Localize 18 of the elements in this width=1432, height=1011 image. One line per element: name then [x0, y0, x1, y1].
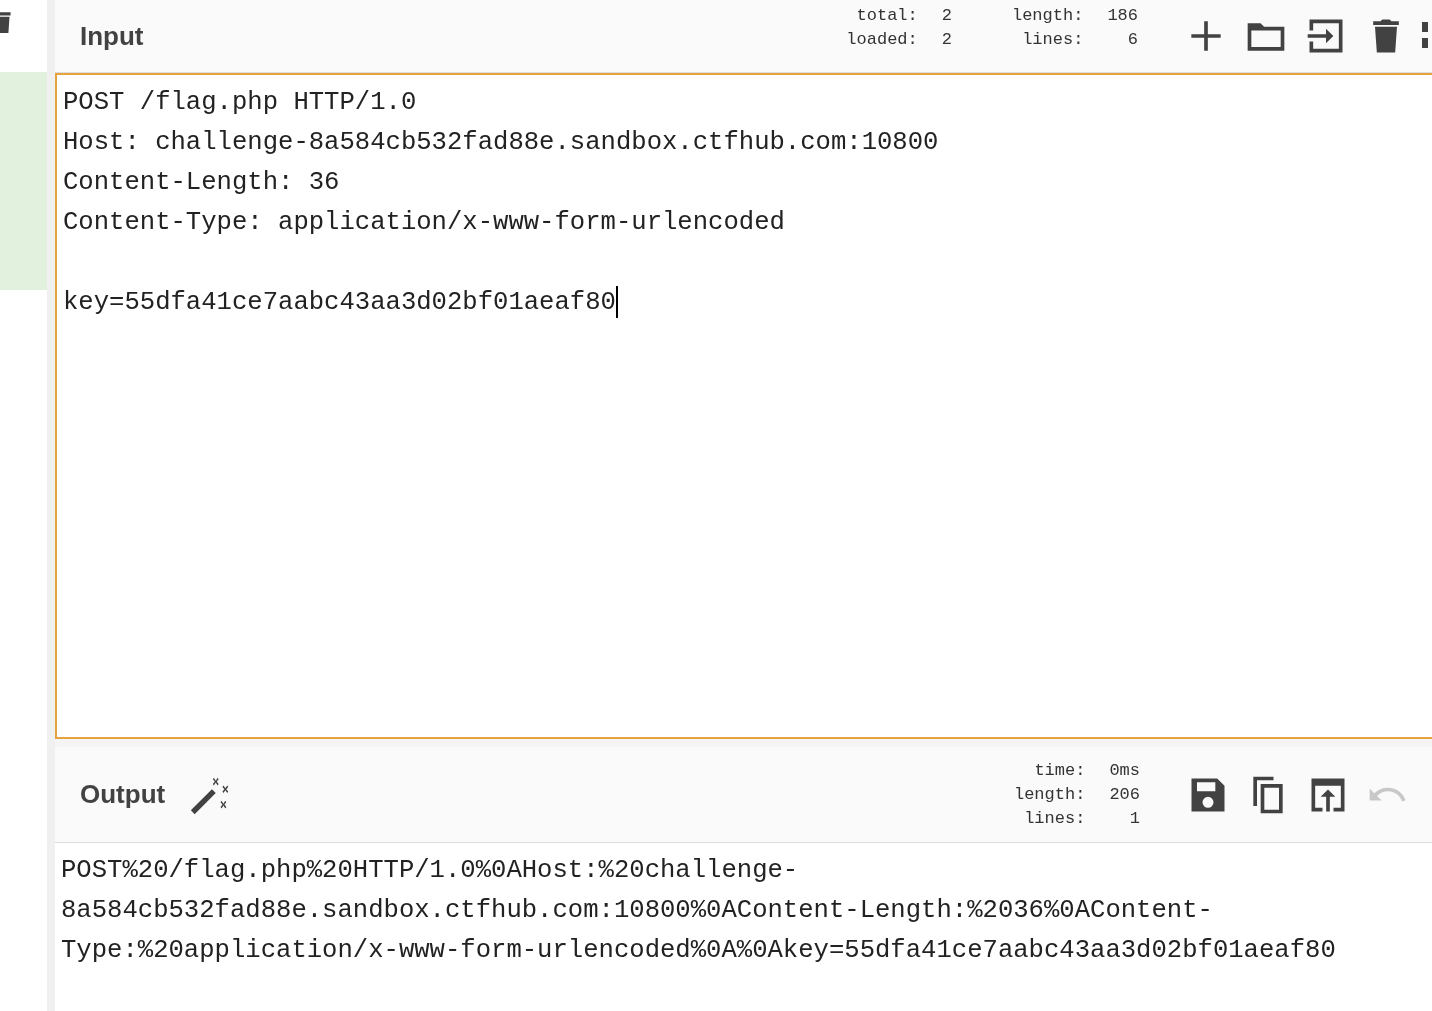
- stat-label: time:: [1033, 759, 1086, 782]
- stat-label: total:: [855, 5, 918, 27]
- stat-value: 0ms: [1109, 759, 1140, 782]
- stat-value: 6: [1126, 29, 1138, 51]
- output-title: Output: [80, 779, 166, 810]
- stat-value: 186: [1107, 5, 1138, 27]
- output-text: POST%20/flag.php%20HTTP/1.0%0AHost:%20challenge-8a584cb532fad88e.sandbox.ctfhub.com:10800%0AContent-Length:%2036%0AContent-Type:%20application/x-www-form-urlencoded%0A%0Akey=55dfa41ce7aabc43aa3d02bf01aeaf80: [60, 855, 1337, 967]
- stat-value: 206: [1109, 783, 1140, 806]
- stat-label: lines:: [1023, 807, 1086, 830]
- input-title: Input: [80, 20, 144, 52]
- stat-value: 2: [941, 5, 952, 27]
- stat-value: 1: [1128, 807, 1140, 830]
- stat-label: loaded:: [846, 29, 918, 51]
- stat-label: length:: [1011, 5, 1084, 27]
- stat-value: 2: [941, 29, 952, 51]
- text-cursor: [615, 286, 618, 319]
- stat-label: length:: [1013, 783, 1086, 806]
- stat-label: lines:: [1021, 29, 1084, 51]
